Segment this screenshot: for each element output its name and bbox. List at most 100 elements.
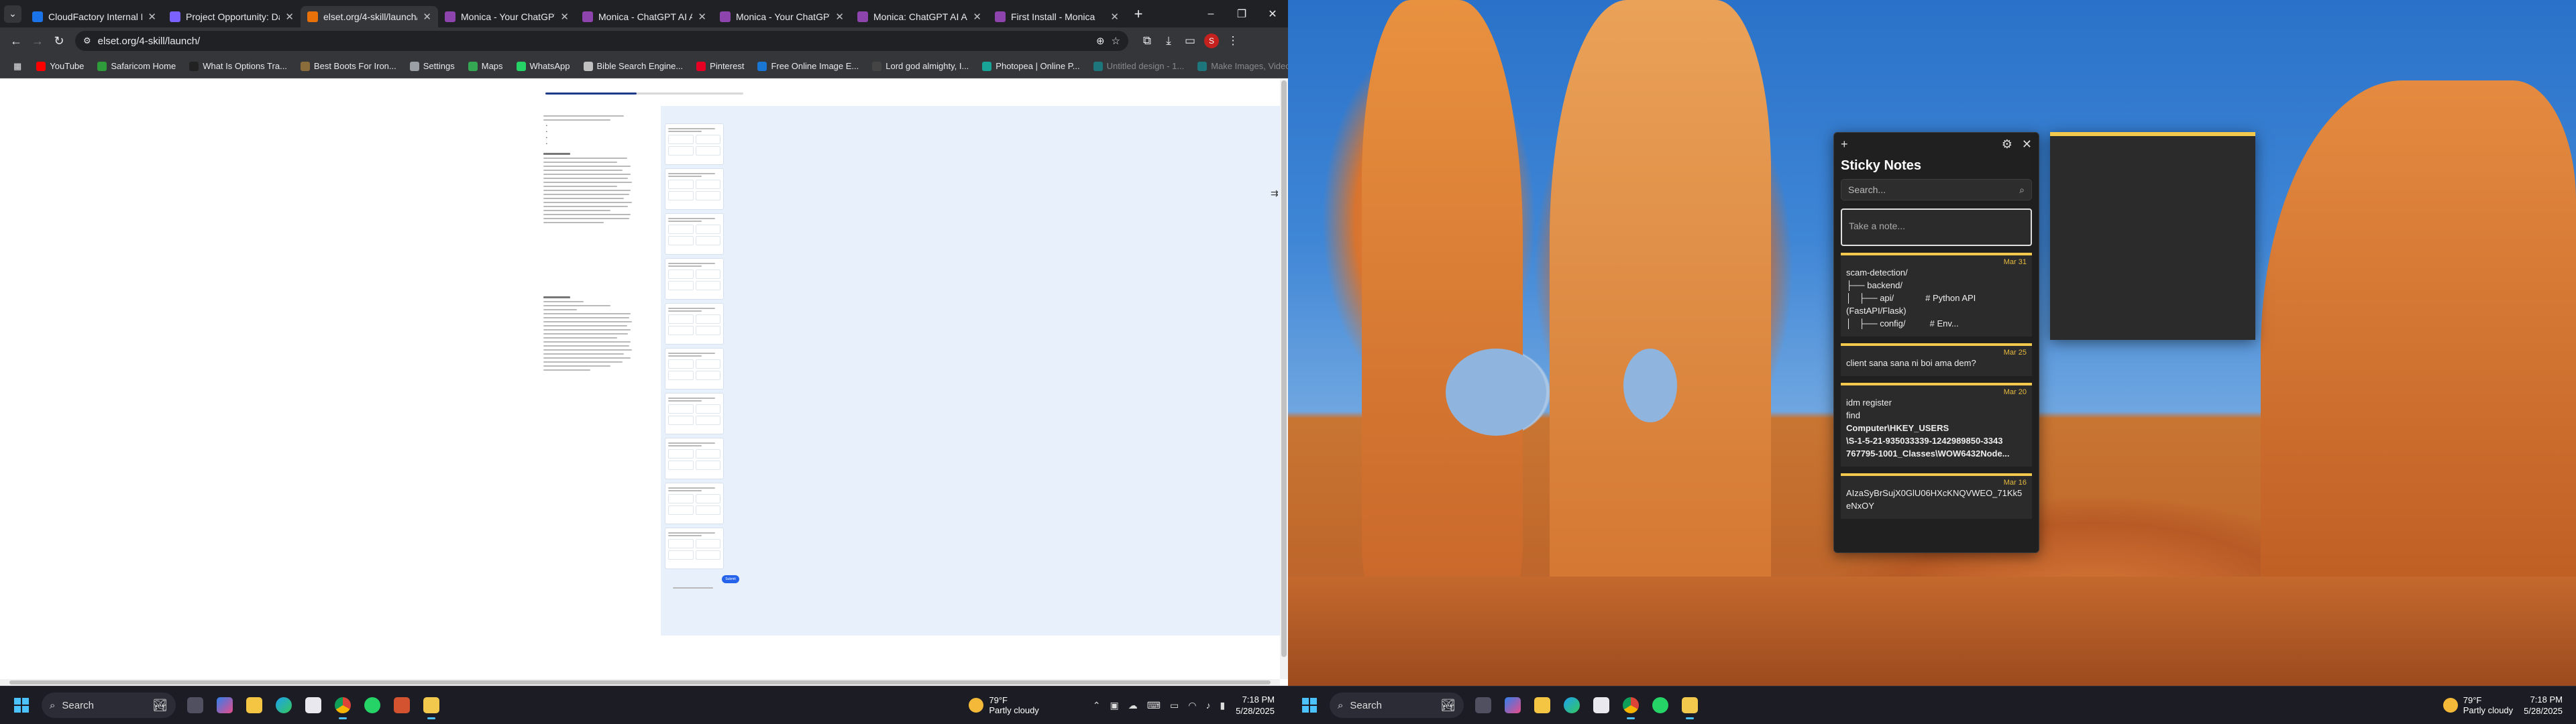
forward-icon[interactable]: → [27, 30, 48, 52]
dock-handle-icon[interactable]: ⇉ [1271, 188, 1280, 198]
tab-search-icon[interactable]: ⌄ [4, 5, 21, 23]
browser-tab[interactable]: CloudFactory Internal Em ✕ [25, 6, 163, 27]
quiz-option[interactable] [695, 494, 720, 503]
quiz-option[interactable] [668, 135, 694, 144]
powerpoint-icon[interactable] [389, 692, 415, 718]
chrome-icon[interactable] [330, 692, 356, 719]
browser-tab[interactable]: Monica - ChatGPT AI Ass ✕ [576, 6, 713, 27]
quiz-option[interactable] [695, 225, 720, 234]
bookmark-item[interactable]: Bible Search Engine... [578, 58, 689, 74]
new-tab-button[interactable]: + [1128, 5, 1148, 23]
reload-icon[interactable]: ↻ [48, 30, 70, 52]
quiz-option[interactable] [668, 550, 694, 560]
close-window-button[interactable]: ✕ [1257, 0, 1288, 27]
chrome-icon[interactable] [1618, 692, 1644, 719]
bookmark-item[interactable]: WhatsApp [511, 58, 576, 74]
downloads-icon[interactable]: ⤓ [1158, 30, 1179, 52]
keyboard-icon[interactable]: ⌨ [1147, 700, 1161, 711]
tray-app-icon[interactable]: ▣ [1110, 700, 1119, 711]
bookmark-star-icon[interactable]: ☆ [1112, 35, 1120, 47]
close-icon[interactable]: ✕ [2022, 137, 2032, 152]
wifi-icon[interactable]: ◠ [1188, 700, 1196, 711]
url-text[interactable]: elset.org/4-skill/launch/ [98, 36, 1089, 47]
quiz-option[interactable] [695, 191, 720, 200]
sticky-note-card[interactable]: Mar 20 idm register find Computer\HKEY_USER… [1841, 383, 2032, 467]
file-explorer-icon[interactable] [1529, 692, 1555, 718]
quiz-option[interactable] [668, 539, 694, 548]
bookmark-item[interactable]: Pinterest [691, 58, 749, 74]
open-sticky-note[interactable] [2050, 132, 2255, 340]
bookmark-item[interactable]: Untitled design - 1... [1088, 58, 1190, 74]
browser-tab[interactable]: First Install - Monica ✕ [988, 6, 1126, 27]
quiz-option[interactable] [668, 314, 694, 324]
sticky-note-card[interactable]: Mar 31 scam-detection/ ├── backend/ │ ├── a… [1841, 253, 2032, 337]
quiz-option[interactable] [695, 505, 720, 515]
quiz-option[interactable] [668, 180, 694, 189]
translate-icon[interactable]: ⊕ [1096, 35, 1105, 47]
whatsapp-icon[interactable] [1648, 692, 1673, 718]
quiz-option[interactable] [668, 494, 694, 503]
tab-close-icon[interactable]: ✕ [148, 11, 156, 23]
onedrive-icon[interactable]: ☁ [1128, 700, 1138, 711]
quiz-option[interactable] [695, 314, 720, 324]
quiz-option[interactable] [668, 191, 694, 200]
tab-close-icon[interactable]: ✕ [698, 11, 706, 23]
browser-tab[interactable]: Monica - Your ChatGPT A ✕ [713, 6, 851, 27]
browser-tab[interactable]: elset.org/4-skill/launch/ ✕ [301, 6, 438, 27]
take-a-note-input[interactable]: Take a note... [1841, 208, 2032, 246]
quiz-option[interactable] [668, 269, 694, 279]
file-explorer-icon[interactable] [241, 692, 267, 718]
quiz-option[interactable] [695, 281, 720, 290]
settings-icon[interactable]: ⚙ [2002, 137, 2012, 152]
sticky-notes-icon[interactable] [1677, 692, 1703, 719]
quiz-option[interactable] [668, 505, 694, 515]
quiz-option[interactable] [695, 449, 720, 459]
bookmark-item[interactable]: Best Boots For Iron... [295, 58, 402, 74]
quiz-option[interactable] [668, 359, 694, 369]
clock[interactable]: 7:18 PM 5/28/2025 [2524, 694, 2563, 717]
scrollbar-thumb[interactable] [1281, 80, 1287, 657]
task-view-icon[interactable] [1470, 692, 1496, 718]
edge-icon[interactable] [1559, 692, 1585, 718]
split-view-icon[interactable]: ▭ [1179, 30, 1201, 52]
display-icon[interactable]: ▭ [1170, 700, 1179, 711]
quiz-option[interactable] [695, 539, 720, 548]
browser-tab[interactable]: Monica: ChatGPT AI Assis ✕ [851, 6, 988, 27]
edge-icon[interactable] [271, 692, 297, 718]
volume-icon[interactable]: ♪ [1205, 700, 1210, 711]
profile-avatar-button[interactable]: S [1201, 30, 1222, 52]
quiz-option[interactable] [668, 225, 694, 234]
tab-close-icon[interactable]: ✕ [285, 11, 294, 23]
extensions-icon[interactable]: ⧉ [1136, 30, 1158, 52]
store-icon[interactable] [301, 692, 326, 718]
back-icon[interactable]: ← [5, 30, 27, 52]
copilot-icon[interactable] [212, 692, 237, 718]
quiz-option[interactable] [695, 371, 720, 380]
maximize-button[interactable]: ❐ [1226, 0, 1257, 27]
menu-icon[interactable]: ⋮ [1222, 30, 1244, 52]
sticky-notes-icon[interactable] [419, 692, 444, 719]
quiz-option[interactable] [695, 326, 720, 335]
browser-tab[interactable]: Project Opportunity: Data ✕ [163, 6, 301, 27]
tab-close-icon[interactable]: ✕ [835, 11, 844, 23]
bookmark-item[interactable]: Maps [463, 58, 508, 74]
task-view-icon[interactable] [182, 692, 208, 718]
weather-widget[interactable]: 79°F Partly cloudy [969, 695, 1039, 715]
tab-close-icon[interactable]: ✕ [973, 11, 981, 23]
bookmark-item[interactable]: Lord god almighty, I... [867, 58, 974, 74]
quiz-option[interactable] [695, 404, 720, 414]
quiz-option[interactable] [695, 416, 720, 425]
bookmark-item[interactable]: Settings [405, 58, 460, 74]
add-note-icon[interactable]: + [1841, 137, 1848, 152]
bookmark-item[interactable]: Make Images, Video... [1192, 58, 1288, 74]
apps-grid-icon[interactable]: ▦ [8, 58, 27, 74]
horizontal-scrollbar[interactable] [0, 679, 1280, 686]
quiz-option[interactable] [668, 281, 694, 290]
horizontal-scrollbar-thumb[interactable] [9, 680, 1271, 684]
sticky-note-card[interactable]: Mar 16 AIzaSyBrSujX0GlU06HXcKNQVWEO_71Kk5… [1841, 473, 2032, 519]
windows-start-icon[interactable] [8, 692, 35, 719]
quiz-option[interactable] [668, 461, 694, 470]
search-icon[interactable]: ⌕ [2019, 184, 2025, 196]
bookmark-item[interactable]: Safaricom Home [92, 58, 181, 74]
submit-button[interactable]: Submit [722, 575, 739, 583]
